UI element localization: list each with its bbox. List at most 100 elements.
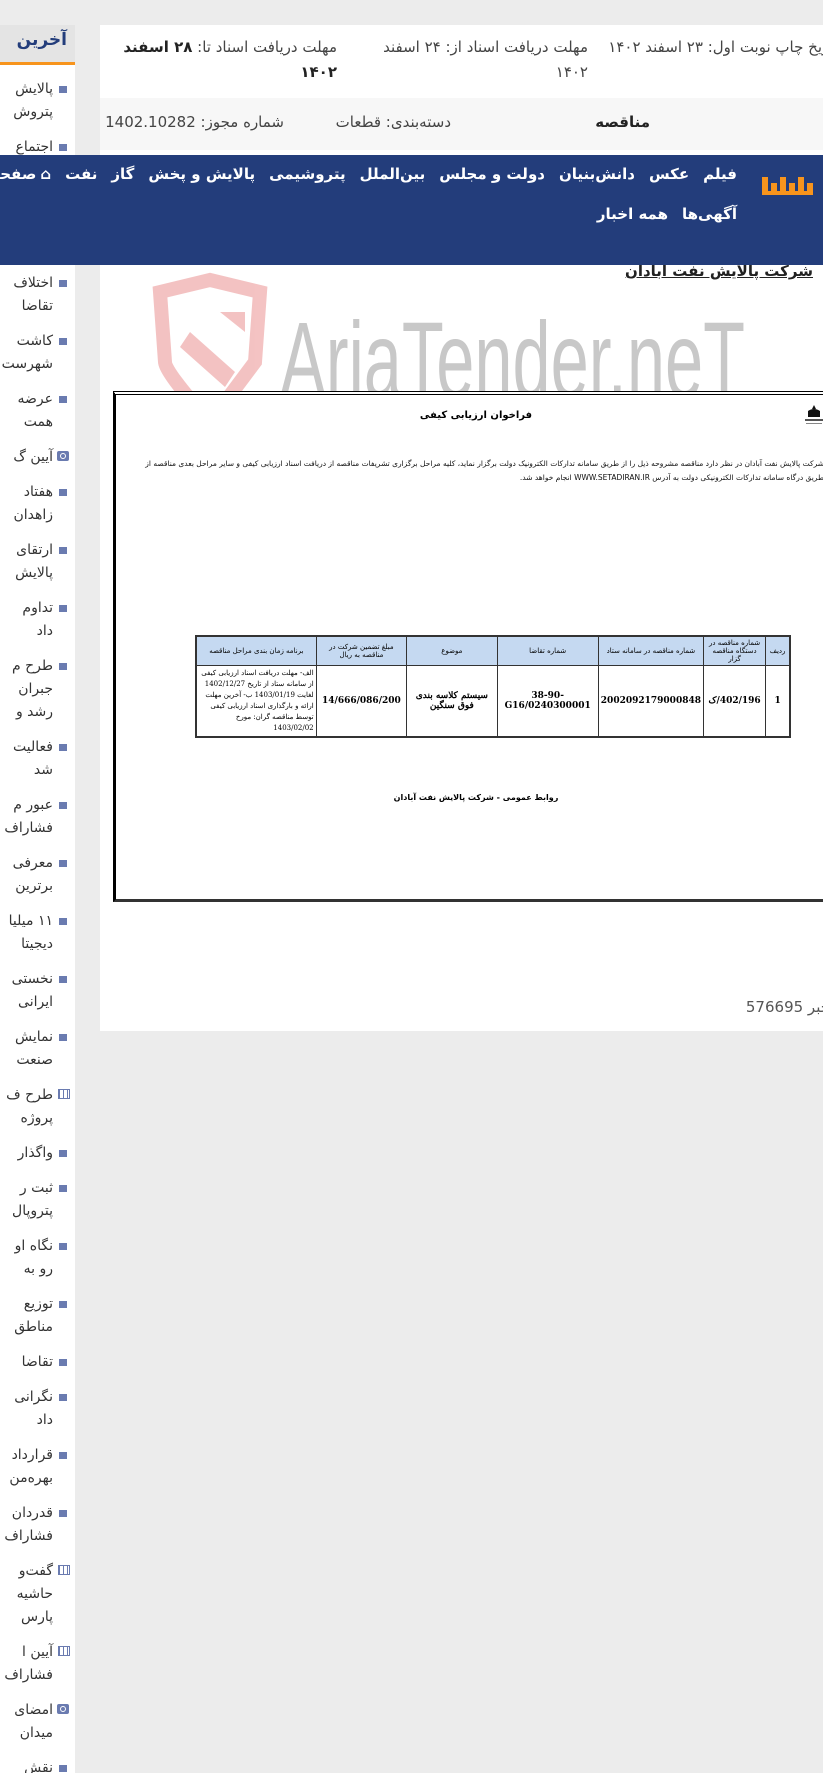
sidebar-news-item[interactable]: معرفی برترین	[0, 852, 75, 898]
table-cell: 14/666/086/200	[315, 665, 408, 738]
bullet-icon	[59, 1359, 67, 1366]
sidebar-news-line: توزیع	[23, 1296, 53, 1312]
sidebar-news-line: فعالیت	[13, 739, 53, 755]
bullet-icon	[59, 1301, 67, 1308]
nav-item-label: پتروشیمی	[269, 165, 346, 183]
sidebar-news-item[interactable]: عبور م فشاراف	[0, 794, 75, 840]
sidebar-news-line: ایرانی	[18, 994, 53, 1010]
nav-item-label: پالایش و پخش	[148, 165, 256, 183]
sidebar-news-item[interactable]: آیین ا فشاراف	[0, 1641, 75, 1687]
bullet-icon	[59, 1394, 67, 1401]
news-id: خبر 576695	[745, 998, 823, 1016]
shana-logo[interactable]	[760, 173, 815, 199]
table-row: 1 402/196/ک 2002092179000848 38-90-02403000…	[195, 665, 791, 738]
nav-item-label: دانش‌بنیان	[558, 165, 635, 183]
sidebar-news-line: دیجیتا	[21, 936, 53, 952]
sidebar-news-line: طرح ف	[6, 1087, 53, 1103]
sidebar-news-line: شهرست	[1, 356, 53, 372]
sidebar-news-line: رشد و	[15, 704, 53, 720]
sidebar-news-item[interactable]: قرارداد بهره‌من	[0, 1444, 75, 1490]
sidebar-news-item[interactable]: قدردان فشاراف	[0, 1502, 75, 1548]
sidebar-news-line: امضای	[14, 1702, 53, 1718]
sidebar-news-line: جبران	[18, 681, 53, 697]
table-cell: 2002092179000848	[597, 665, 705, 738]
sidebar-news-item[interactable]: نگاه او رو به	[0, 1235, 75, 1281]
nav-item[interactable]: نفت	[65, 165, 97, 183]
sidebar-news-item[interactable]: نگرانی داد	[0, 1386, 75, 1432]
sidebar-news-item[interactable]: نقش	[0, 1757, 75, 1773]
sidebar-header: آخرین	[0, 25, 75, 65]
sidebar-news-item[interactable]: فعالیت شد	[0, 736, 75, 782]
nav-item[interactable]: ⌂صفحه اصلی	[0, 165, 51, 183]
nav-item[interactable]: دانش‌بنیان	[559, 165, 635, 183]
sidebar-news-line: فشاراف	[4, 1667, 53, 1683]
nav-item[interactable]: دولت و مجلس	[439, 165, 545, 183]
sidebar-news-item[interactable]: هفتاد زاهدان	[0, 481, 75, 527]
sidebar-news-line: زاهدان	[13, 507, 53, 523]
sidebar-news-line: معرفی	[12, 855, 53, 871]
sidebar-news-item[interactable]: طرح ف پروژه	[0, 1084, 75, 1130]
film-icon	[58, 1565, 70, 1575]
sidebar-news-item[interactable]: اختلاف تقاضا	[0, 272, 75, 318]
sidebar-news-item[interactable]: کاشت شهرست	[0, 330, 75, 376]
sidebar-news-item[interactable]: پالایش پتروش	[0, 78, 75, 124]
bullet-icon	[59, 338, 67, 345]
document-title: فراخوان ارزیابی کیفی	[419, 410, 533, 421]
nav-item[interactable]: پتروشیمی	[269, 165, 346, 183]
sidebar-news-item[interactable]: تداوم داد	[0, 597, 75, 643]
nav-item[interactable]: گاز	[111, 165, 134, 183]
sidebar-news-line: پروژه	[20, 1110, 53, 1126]
bullet-icon	[59, 280, 67, 287]
table-header-cell: ردیف	[765, 635, 791, 666]
table-cell: الف- مهلت دریافت اسناد ارزیابی کیفی از س…	[195, 665, 317, 738]
bullet-icon	[59, 1510, 67, 1517]
table-cell: 1	[765, 665, 791, 738]
sidebar-news-line: نمایش	[14, 1029, 53, 1045]
sidebar-title: آخرین	[16, 30, 67, 50]
sidebar-news-line: عرضه	[17, 391, 53, 407]
sidebar-news-line: نقش	[24, 1760, 53, 1773]
latest-news-sidebar: آخرین پالایشپتروشاجتماعبوشهر اختلافتقاضا…	[0, 25, 75, 1773]
document-footer: روابط عمومی - شرکت پالایش نفت آبادان	[393, 793, 559, 802]
sidebar-news-item[interactable]: طرح م جبران رشد و	[0, 655, 75, 724]
sidebar-news-item[interactable]: نخستی ایرانی	[0, 968, 75, 1014]
bullet-icon	[59, 663, 67, 670]
sidebar-news-line: فشاراف	[4, 820, 53, 836]
nav-item[interactable]: پالایش و پخش	[148, 165, 255, 183]
table-cell: سیستم کلاسه بندی فوق سنگین	[406, 665, 498, 738]
table-header-cell: شماره مناقصه در دستگاه مناقصه گزار	[702, 635, 767, 666]
bullet-icon	[59, 489, 67, 496]
sidebar-news-item[interactable]: ثبت ر پتروپال	[0, 1177, 75, 1223]
sidebar-news-line: فشاراف	[4, 1528, 53, 1544]
sidebar-news-item[interactable]: ارتقای پالایش	[0, 539, 75, 585]
nav-item[interactable]: همه اخبار	[597, 205, 668, 223]
nav-item[interactable]: آگهی‌ها	[682, 205, 737, 223]
bullet-icon	[59, 860, 67, 867]
sidebar-news-item[interactable]: آیین گ	[0, 446, 75, 469]
sidebar-news-item[interactable]: ۱۱ میلیا دیجیتا	[0, 910, 75, 956]
sidebar-news-item[interactable]: گفت‌و حاشیه پارس	[0, 1560, 75, 1629]
sidebar-news-item[interactable]: امضای میدان	[0, 1699, 75, 1745]
sidebar-news-line: پتروپال	[12, 1203, 53, 1219]
table-cell: 402/196/ک	[702, 665, 767, 738]
nav-item[interactable]: بین‌الملل	[360, 165, 426, 183]
sidebar-news-line: برترین	[15, 878, 53, 894]
bullet-icon	[59, 1765, 67, 1772]
sidebar-news-line: تقاضا	[21, 298, 53, 314]
sidebar-news-item[interactable]: نمایش صنعت	[0, 1026, 75, 1072]
sidebar-news-line: قرارداد	[11, 1447, 53, 1463]
sidebar-news-item[interactable]: توزیع مناطق	[0, 1293, 75, 1339]
sidebar-news-item[interactable]: واگذار	[0, 1142, 75, 1165]
tender-category[interactable]: دسته‌بندی: قطعات	[336, 113, 451, 131]
nav-item[interactable]: فیلم	[703, 165, 737, 183]
sidebar-news-line: صنعت	[16, 1052, 53, 1068]
nav-item-label: فیلم	[703, 165, 737, 183]
sidebar-news-item[interactable]: تقاضا	[0, 1351, 75, 1374]
nav-item[interactable]: عکس	[649, 165, 689, 183]
sidebar-news-line: کاشت	[16, 333, 53, 349]
sidebar-news-item[interactable]: عرضه همت	[0, 388, 75, 434]
bullet-icon	[59, 144, 67, 151]
table-header-cell: شماره تقاضا	[496, 635, 599, 666]
document-paragraph: شرکت پالایش نفت آبادان در نظر دارد مناقص…	[145, 459, 823, 482]
print-date: تاریخ چاپ نوبت اول: ۲۳ اسفند ۱۴۰۲	[608, 38, 823, 56]
